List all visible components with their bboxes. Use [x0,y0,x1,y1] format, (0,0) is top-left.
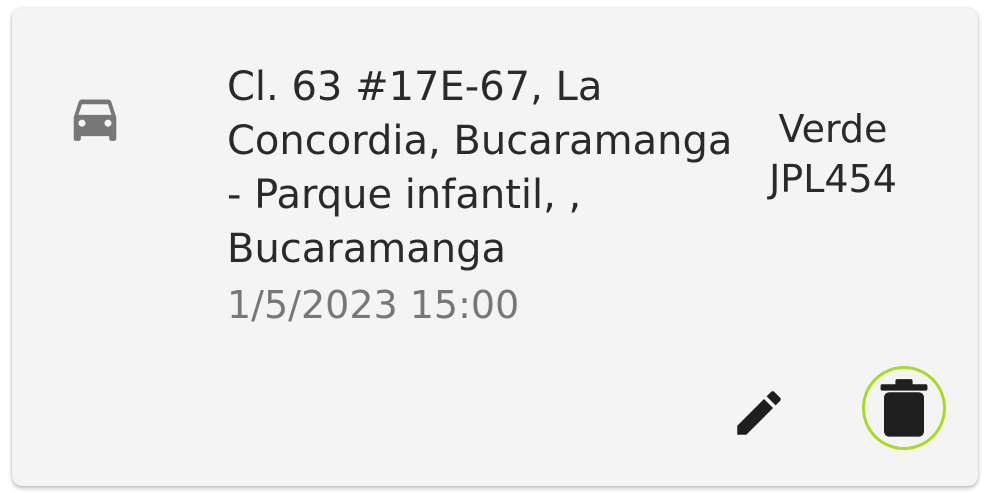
vehicle-info: Verde JPL454 [738,104,928,204]
vehicle-color: Verde [778,107,888,151]
trip-address: Cl. 63 #17E-67, La Concordia, Bucaramang… [227,64,733,272]
trip-card[interactable]: Cl. 63 #17E-67, La Concordia, Bucaramang… [12,8,978,486]
edit-button[interactable] [724,378,794,448]
trip-datetime: 1/5/2023 15:00 [227,283,520,327]
delete-button[interactable] [862,366,946,450]
pencil-icon [737,391,781,435]
trash-icon [880,379,928,437]
vehicle-plate: JPL454 [769,157,897,201]
car-icon [66,96,124,148]
